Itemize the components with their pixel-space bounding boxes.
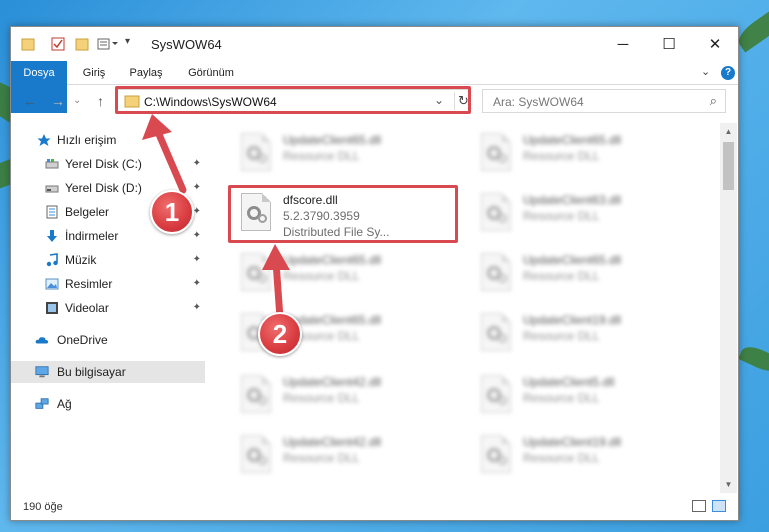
step-1-badge: 1 [150, 190, 194, 234]
step-2-badge: 2 [258, 312, 302, 356]
arrow-1-shaft [154, 128, 187, 194]
arrow-2-shaft [272, 258, 284, 322]
annotation-arrows [142, 114, 290, 322]
arrow-2-head [262, 244, 290, 270]
